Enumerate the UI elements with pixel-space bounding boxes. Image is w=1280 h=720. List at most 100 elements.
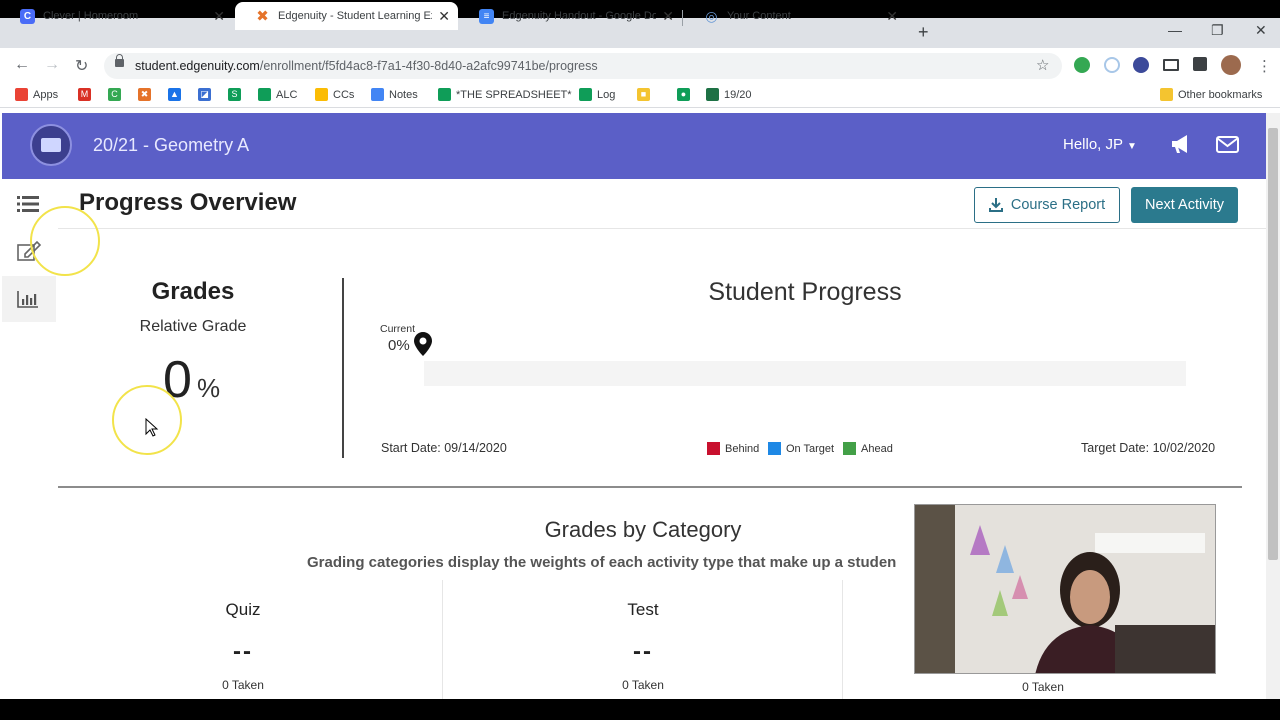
close-tab-icon[interactable]: ✕ [438, 8, 450, 25]
minimize-icon[interactable]: — [1168, 22, 1182, 38]
grades-by-category-subtitle: Grading categories display the weights o… [307, 554, 897, 571]
extension-icon[interactable] [1133, 57, 1149, 73]
bookmark-label: Notes [389, 88, 418, 101]
bookmark-item[interactable]: 19/20 [706, 88, 752, 101]
bookmark-icon [706, 88, 719, 101]
bookmark-item[interactable]: *THE SPREADSHEET* [438, 88, 572, 101]
extension-icon[interactable] [1074, 57, 1090, 73]
category-score: -- [633, 638, 653, 665]
bookmark-label: Apps [33, 88, 59, 101]
bookmark-icon: ◪ [198, 88, 211, 101]
next-activity-button[interactable]: Next Activity [1131, 187, 1238, 223]
category-taken: 0 Taken [1022, 680, 1064, 694]
bookmark-label: *THE SPREADSHEET* [456, 88, 572, 101]
bottom-bezel [0, 699, 1280, 720]
tab-your-content[interactable]: ◎ Your Content ✕ [684, 2, 906, 30]
bookmark-label: CCs [333, 88, 355, 101]
legend-swatch [707, 442, 720, 455]
back-icon[interactable]: ← [14, 56, 30, 74]
course-title: 20/21 - Geometry A [93, 135, 250, 155]
other-bookmarks[interactable]: Other bookmarks [1160, 88, 1262, 101]
avatar[interactable] [1221, 55, 1241, 75]
bookmark-item[interactable]: Apps [15, 88, 58, 101]
legend-label: Ahead [861, 442, 893, 455]
other-bookmarks-label: Other bookmarks [1178, 88, 1263, 101]
bookmark-item[interactable]: CCs [315, 88, 354, 101]
bookmark-label: 19/20 [724, 88, 752, 101]
legend-behind: Behind [707, 442, 759, 455]
scrollbar-thumb[interactable] [1268, 128, 1278, 560]
extension-icon[interactable] [1104, 57, 1120, 73]
url-text[interactable]: student.edgenuity.com/enrollment/f5fd4ac… [135, 59, 598, 73]
bookmark-icon: M [78, 88, 91, 101]
bookmark-label: ALC [276, 88, 298, 101]
megaphone-icon[interactable] [1170, 134, 1192, 154]
clever-icon: C [20, 8, 35, 24]
bookmark-item[interactable]: ▲ [168, 88, 186, 101]
lock-icon[interactable] [115, 54, 124, 67]
bookmark-label: Log [597, 88, 616, 101]
bookmark-item[interactable]: C [108, 88, 126, 101]
category-test: Test -- 0 Taken [443, 600, 843, 692]
bookmark-item[interactable]: M [78, 88, 96, 101]
menu-kebab-icon[interactable]: ⋮ [1257, 57, 1272, 75]
bookmark-star-icon[interactable]: ☆ [1036, 56, 1049, 74]
course-logo-icon[interactable] [30, 124, 72, 166]
category-third: 0 Taken [843, 680, 1243, 694]
legend-ahead: Ahead [843, 442, 893, 455]
bookmark-icon: C [108, 88, 121, 101]
bookmark-icon [371, 88, 384, 101]
new-tab-button[interactable]: + [918, 22, 929, 43]
grade-unit: % [197, 373, 221, 403]
bookmark-item[interactable]: ■ [637, 88, 655, 101]
course-report-label: Course Report [1010, 197, 1106, 213]
legend-swatch [843, 442, 856, 455]
close-tab-icon[interactable]: ✕ [213, 8, 225, 25]
legend-swatch [768, 442, 781, 455]
relative-grade-label: Relative Grade [139, 318, 247, 335]
edgenuity-icon: ✖ [256, 8, 269, 25]
close-window-icon[interactable]: ✕ [1255, 22, 1267, 39]
tab-edgenuity[interactable]: ✖ Edgenuity - Student Learning Exp ✕ [235, 2, 458, 30]
chevron-down-icon: ▼ [1126, 141, 1137, 152]
bookmark-item[interactable]: ALC [258, 88, 297, 101]
progress-track [424, 361, 1186, 386]
grades-by-category-title: Grades by Category [544, 517, 742, 542]
greeting-text: Hello, JP [1063, 136, 1123, 153]
list-menu-icon[interactable] [17, 195, 39, 213]
location-pin-icon [414, 332, 432, 356]
mail-icon[interactable] [1216, 136, 1239, 153]
google-docs-icon: ≡ [479, 8, 494, 24]
webcam-video [914, 504, 1216, 674]
bookmark-item[interactable]: Notes [371, 88, 418, 101]
bookmark-icon [438, 88, 451, 101]
bookmark-icon: ✖ [138, 88, 151, 101]
screen: C Clever | Homeroom ✕ ✖ Edgenuity - Stud… [0, 0, 1280, 720]
course-report-button[interactable]: Course Report [974, 187, 1120, 223]
bookmark-item[interactable]: ✖ [138, 88, 156, 101]
forward-icon[interactable]: → [44, 56, 60, 74]
category-name: Quiz [225, 600, 261, 619]
tab-clever[interactable]: C Clever | Homeroom ✕ [0, 2, 233, 30]
header-divider [58, 228, 1266, 229]
presenter-image [915, 505, 1215, 673]
legend-label: Behind [725, 442, 760, 455]
category-quiz: Quiz -- 0 Taken [43, 600, 443, 692]
tab-google-doc[interactable]: ≡ Edgenuity Handout - Google Do ✕ [459, 2, 682, 30]
category-name: Test [627, 600, 659, 619]
category-taken: 0 Taken [222, 678, 264, 692]
bookmark-item[interactable]: ● [677, 88, 695, 101]
close-tab-icon[interactable]: ✕ [662, 8, 674, 25]
folder-icon [1160, 88, 1173, 101]
close-tab-icon[interactable]: ✕ [886, 8, 898, 25]
user-menu[interactable]: Hello, JP ▼ [1063, 136, 1137, 153]
bookmark-item[interactable]: S [228, 88, 246, 101]
bookmark-icon: ▲ [168, 88, 181, 101]
cast-icon[interactable] [1163, 59, 1179, 71]
mouse-cursor-icon [145, 418, 159, 437]
bookmark-item[interactable]: ◪ [198, 88, 216, 101]
puzzle-icon[interactable] [1193, 57, 1207, 71]
restore-icon[interactable]: ❐ [1211, 22, 1224, 39]
bookmark-item[interactable]: Log [579, 88, 615, 101]
reload-icon[interactable]: ↻ [75, 56, 88, 76]
